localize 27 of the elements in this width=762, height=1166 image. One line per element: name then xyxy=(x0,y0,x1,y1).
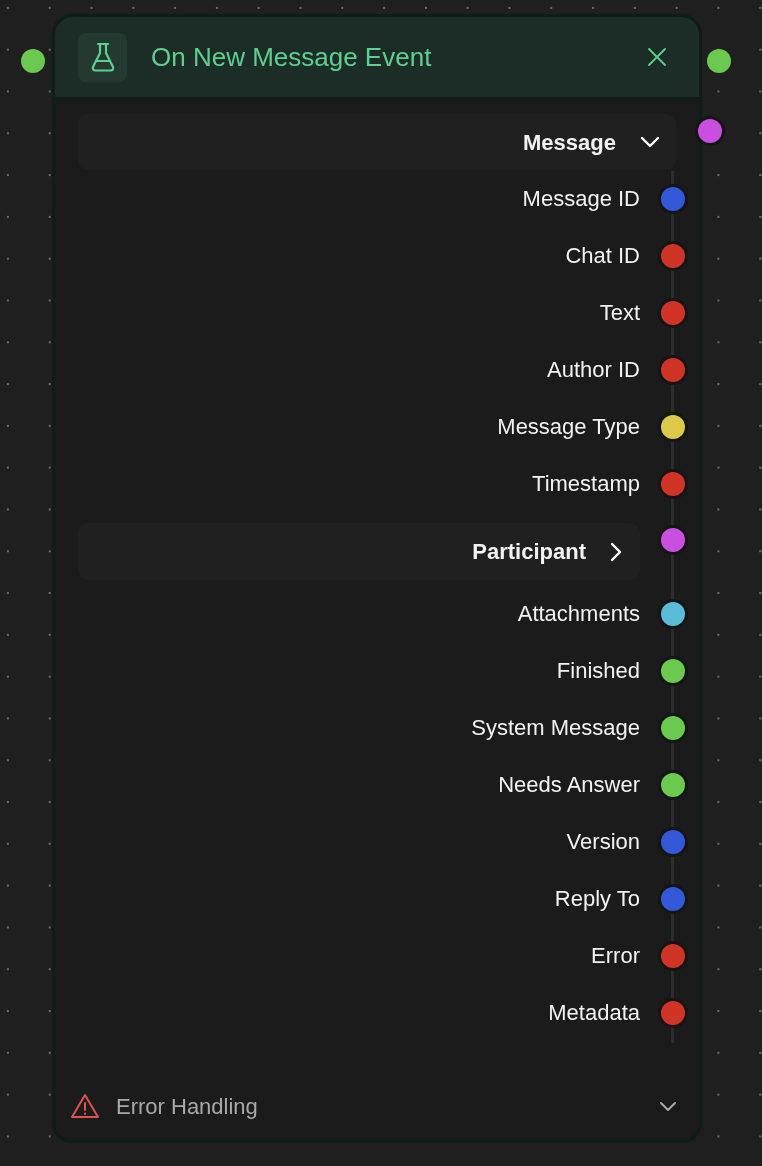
output-label: Text xyxy=(599,299,640,327)
warning-icon xyxy=(70,1093,100,1119)
node-title: On New Message Event xyxy=(151,40,433,74)
chevron-right-icon xyxy=(610,541,622,562)
flask-icon xyxy=(78,32,127,82)
output-label: Attachments xyxy=(517,600,640,628)
output-handle[interactable] xyxy=(707,49,731,73)
output-label: Message ID xyxy=(522,185,640,213)
output-label: Timestamp xyxy=(532,470,640,498)
input-handle[interactable] xyxy=(21,49,45,73)
output-label: Chat ID xyxy=(565,242,640,270)
close-icon xyxy=(647,47,667,67)
footer-label: Error Handling xyxy=(116,1092,259,1121)
output-label: Reply To xyxy=(554,885,640,913)
output-label: System Message xyxy=(471,714,640,742)
chevron-down-icon[interactable] xyxy=(659,1101,677,1111)
group-header[interactable]: Message xyxy=(78,114,676,170)
chevron-down-icon xyxy=(640,136,660,148)
output-label: Message Type xyxy=(497,413,640,441)
output-label: Needs Answer xyxy=(498,771,640,799)
group-header[interactable]: Participant xyxy=(78,523,640,580)
output-label: Author ID xyxy=(547,356,640,384)
output-label: Error xyxy=(591,942,640,970)
close-button[interactable] xyxy=(645,45,669,69)
output-label: Version xyxy=(566,828,640,856)
output-label: Finished xyxy=(556,657,640,685)
output-label: Metadata xyxy=(548,999,640,1027)
